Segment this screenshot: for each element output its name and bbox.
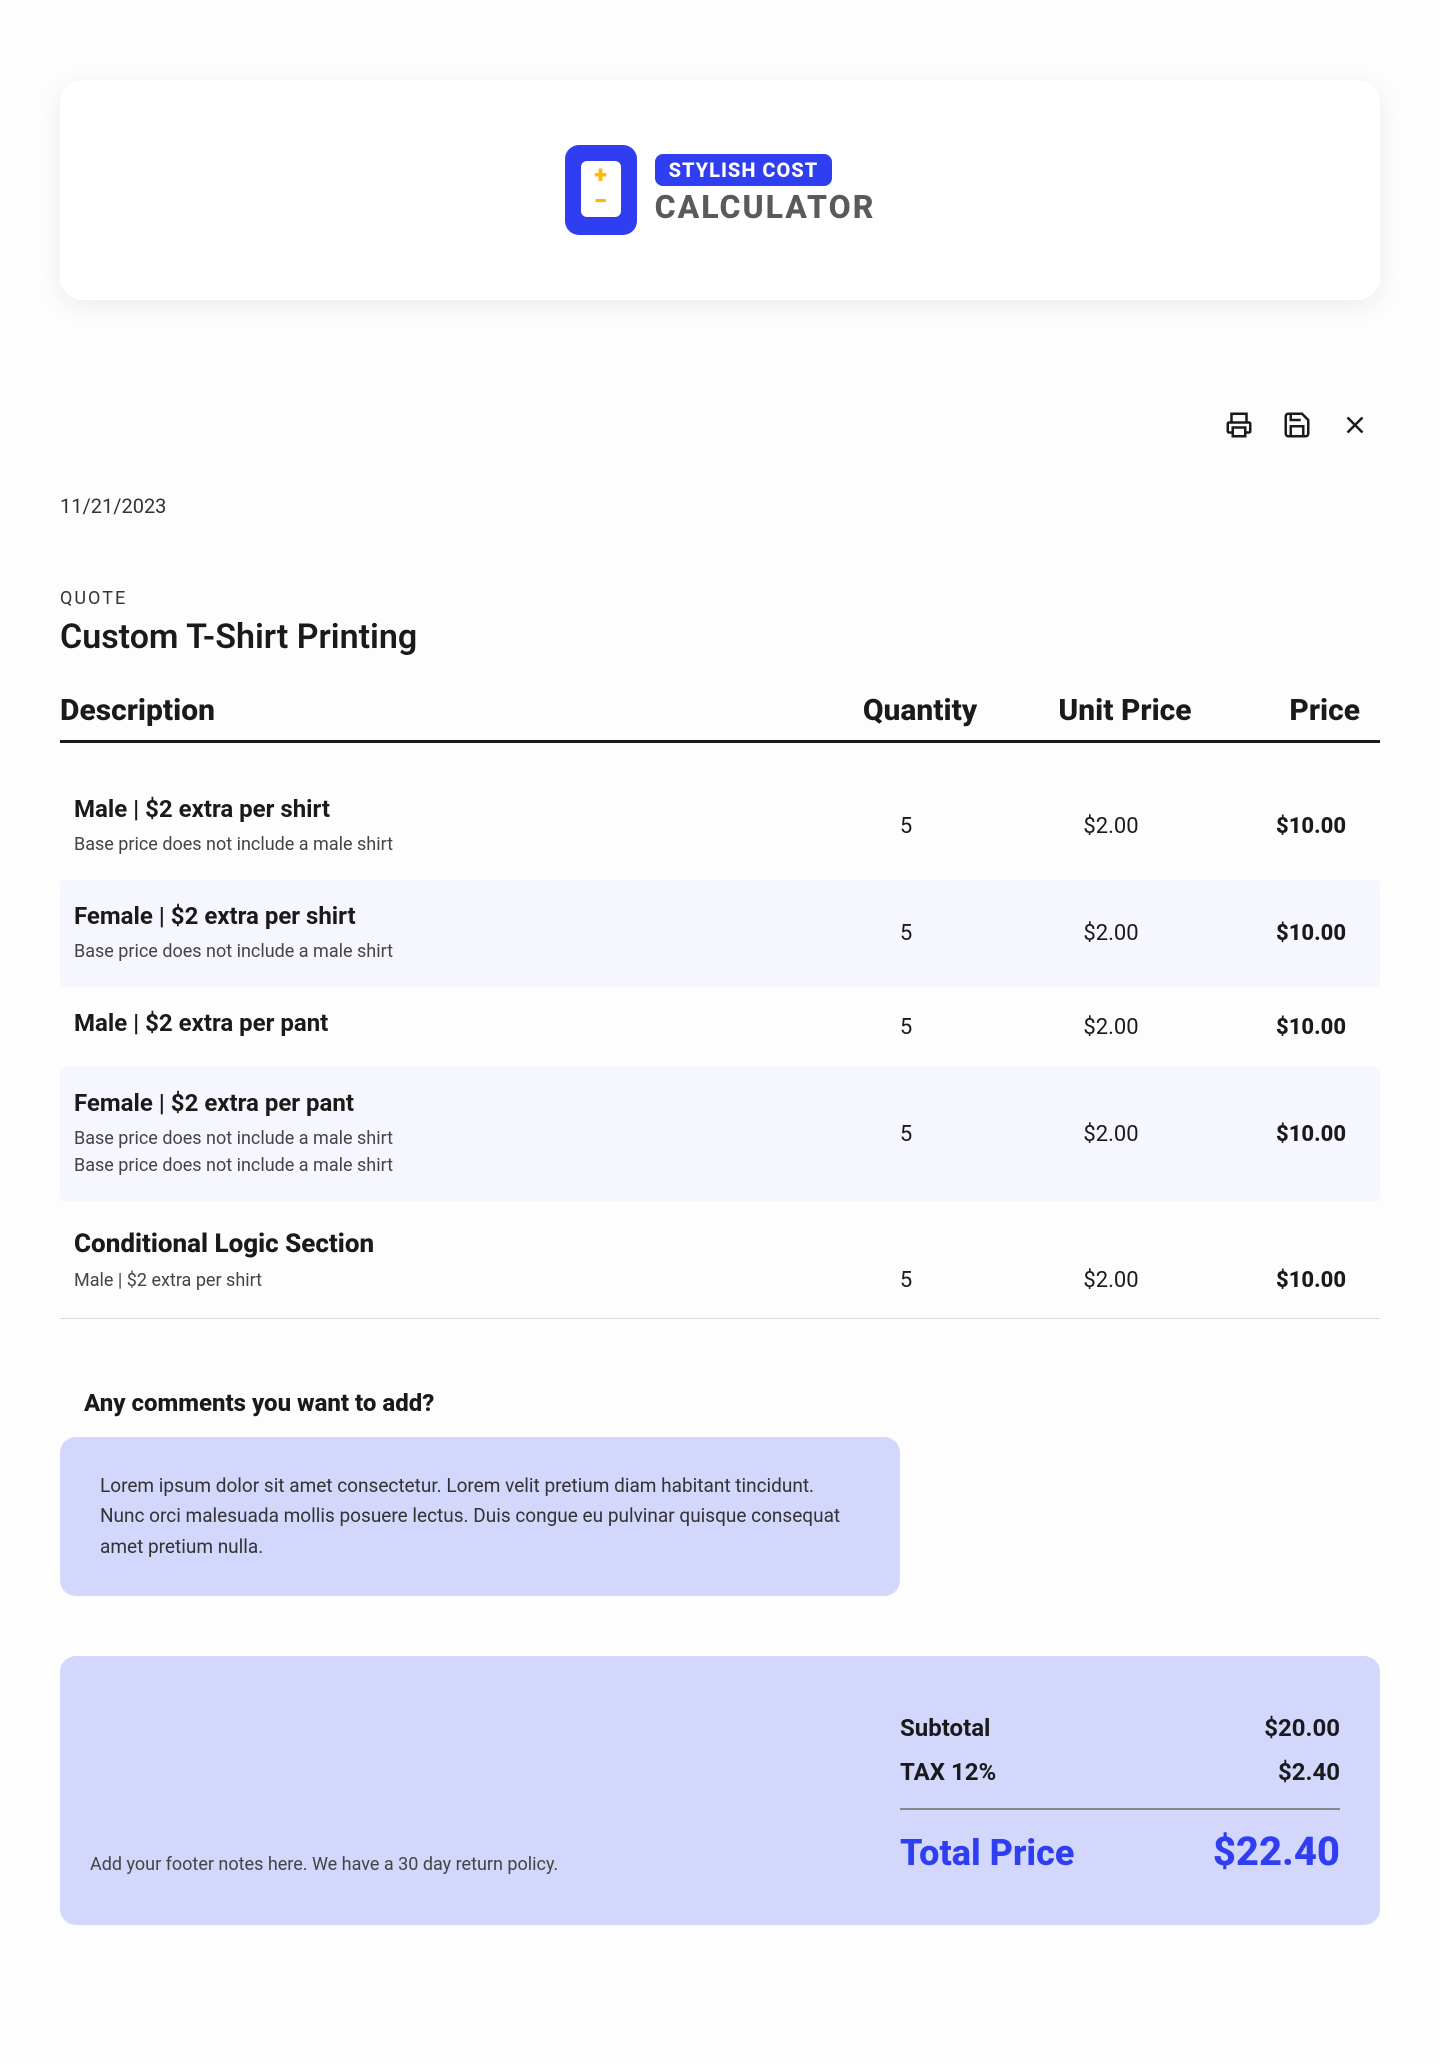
comments-title: Any comments you want to add?: [84, 1389, 1380, 1417]
print-button[interactable]: [1224, 410, 1254, 444]
header-logo-card: + − STYLISH COST CALCULATOR: [60, 80, 1380, 300]
item-qty: 5: [806, 1015, 1006, 1040]
item-description: Female | $2 extra per shirt Base price do…: [74, 902, 806, 965]
section-item-unit: $2.00: [1006, 1268, 1216, 1293]
action-toolbar: [60, 410, 1380, 444]
save-icon: [1282, 410, 1312, 440]
save-button[interactable]: [1282, 410, 1312, 444]
item-subtext: Base price does not include a male shirt: [74, 1152, 786, 1179]
tax-row: TAX 12% $2.40: [900, 1750, 1340, 1794]
item-title: Male | $2 extra per pant: [74, 1009, 786, 1037]
table-row: Female | $2 extra per shirt Base price do…: [60, 880, 1380, 987]
total-row: Total Price $22.40: [900, 1828, 1340, 1875]
quote-title: Custom T-Shirt Printing: [60, 617, 1380, 657]
brand-logo: + − STYLISH COST CALCULATOR: [565, 145, 876, 235]
table-header: Description Quantity Unit Price Price: [60, 693, 1380, 743]
comments-block: Any comments you want to add? Lorem ipsu…: [60, 1389, 1380, 1596]
calculator-icon: + −: [565, 145, 637, 235]
item-description: Female | $2 extra per pant Base price doe…: [74, 1089, 806, 1179]
close-icon: [1340, 410, 1370, 440]
item-title: Male | $2 extra per shirt: [74, 795, 786, 823]
col-description: Description: [60, 693, 820, 728]
subtotal-row: Subtotal $20.00: [900, 1706, 1340, 1750]
item-price: $10.00: [1216, 1015, 1366, 1040]
total-label: Total Price: [900, 1832, 1074, 1874]
comments-body: Lorem ipsum dolor sit amet consectetur. …: [60, 1437, 900, 1596]
table-row: Female | $2 extra per pant Base price doe…: [60, 1067, 1380, 1201]
item-unit-price: $2.00: [1006, 921, 1216, 946]
item-unit-price: $2.00: [1006, 1122, 1216, 1147]
item-qty: 5: [806, 814, 1006, 839]
item-unit-price: $2.00: [1006, 814, 1216, 839]
print-icon: [1224, 410, 1254, 440]
footer-note: Add your footer notes here. We have a 30…: [90, 1854, 558, 1875]
section-item-price: $10.00: [1216, 1268, 1366, 1293]
section-item-label: Male | $2 extra per shirt: [74, 1267, 806, 1294]
close-button[interactable]: [1340, 410, 1370, 444]
item-price: $10.00: [1216, 1122, 1366, 1147]
col-quantity: Quantity: [820, 693, 1020, 728]
item-price: $10.00: [1216, 814, 1366, 839]
totals-divider: [900, 1808, 1340, 1810]
section-heading: Conditional Logic Section: [60, 1201, 1380, 1267]
brand-word: CALCULATOR: [655, 188, 876, 226]
subtotal-value: $20.00: [1264, 1714, 1340, 1742]
item-title: Female | $2 extra per pant: [74, 1089, 786, 1117]
item-title: Female | $2 extra per shirt: [74, 902, 786, 930]
item-unit-price: $2.00: [1006, 1015, 1216, 1040]
quote-label: QUOTE: [60, 588, 1380, 609]
item-description: Male | $2 extra per shirt Base price does…: [74, 795, 806, 858]
col-unit-price: Unit Price: [1020, 693, 1230, 728]
item-subtext: Base price does not include a male shirt: [74, 831, 786, 858]
section-item-row: Male | $2 extra per shirt 5 $2.00 $10.00: [60, 1267, 1380, 1319]
item-description: Male | $2 extra per pant: [74, 1009, 806, 1045]
table-row: Male | $2 extra per pant 5$2.00$10.00: [60, 987, 1380, 1067]
tax-label: TAX 12%: [900, 1758, 996, 1786]
totals-card: Add your footer notes here. We have a 30…: [60, 1656, 1380, 1925]
item-price: $10.00: [1216, 921, 1366, 946]
total-value: $22.40: [1213, 1828, 1340, 1875]
subtotal-label: Subtotal: [900, 1714, 990, 1742]
line-items-table: Description Quantity Unit Price Price Ma…: [60, 693, 1380, 1319]
table-row: Male | $2 extra per shirt Base price does…: [60, 773, 1380, 880]
brand-badge: STYLISH COST: [655, 154, 833, 186]
item-subtext: Base price does not include a male shirt: [74, 938, 786, 965]
col-price: Price: [1230, 693, 1380, 728]
item-qty: 5: [806, 921, 1006, 946]
tax-value: $2.40: [1278, 1758, 1340, 1786]
item-qty: 5: [806, 1122, 1006, 1147]
section-item-qty: 5: [806, 1268, 1006, 1293]
item-subtext: Base price does not include a male shirt: [74, 1125, 786, 1152]
quote-date: 11/21/2023: [60, 494, 1380, 518]
